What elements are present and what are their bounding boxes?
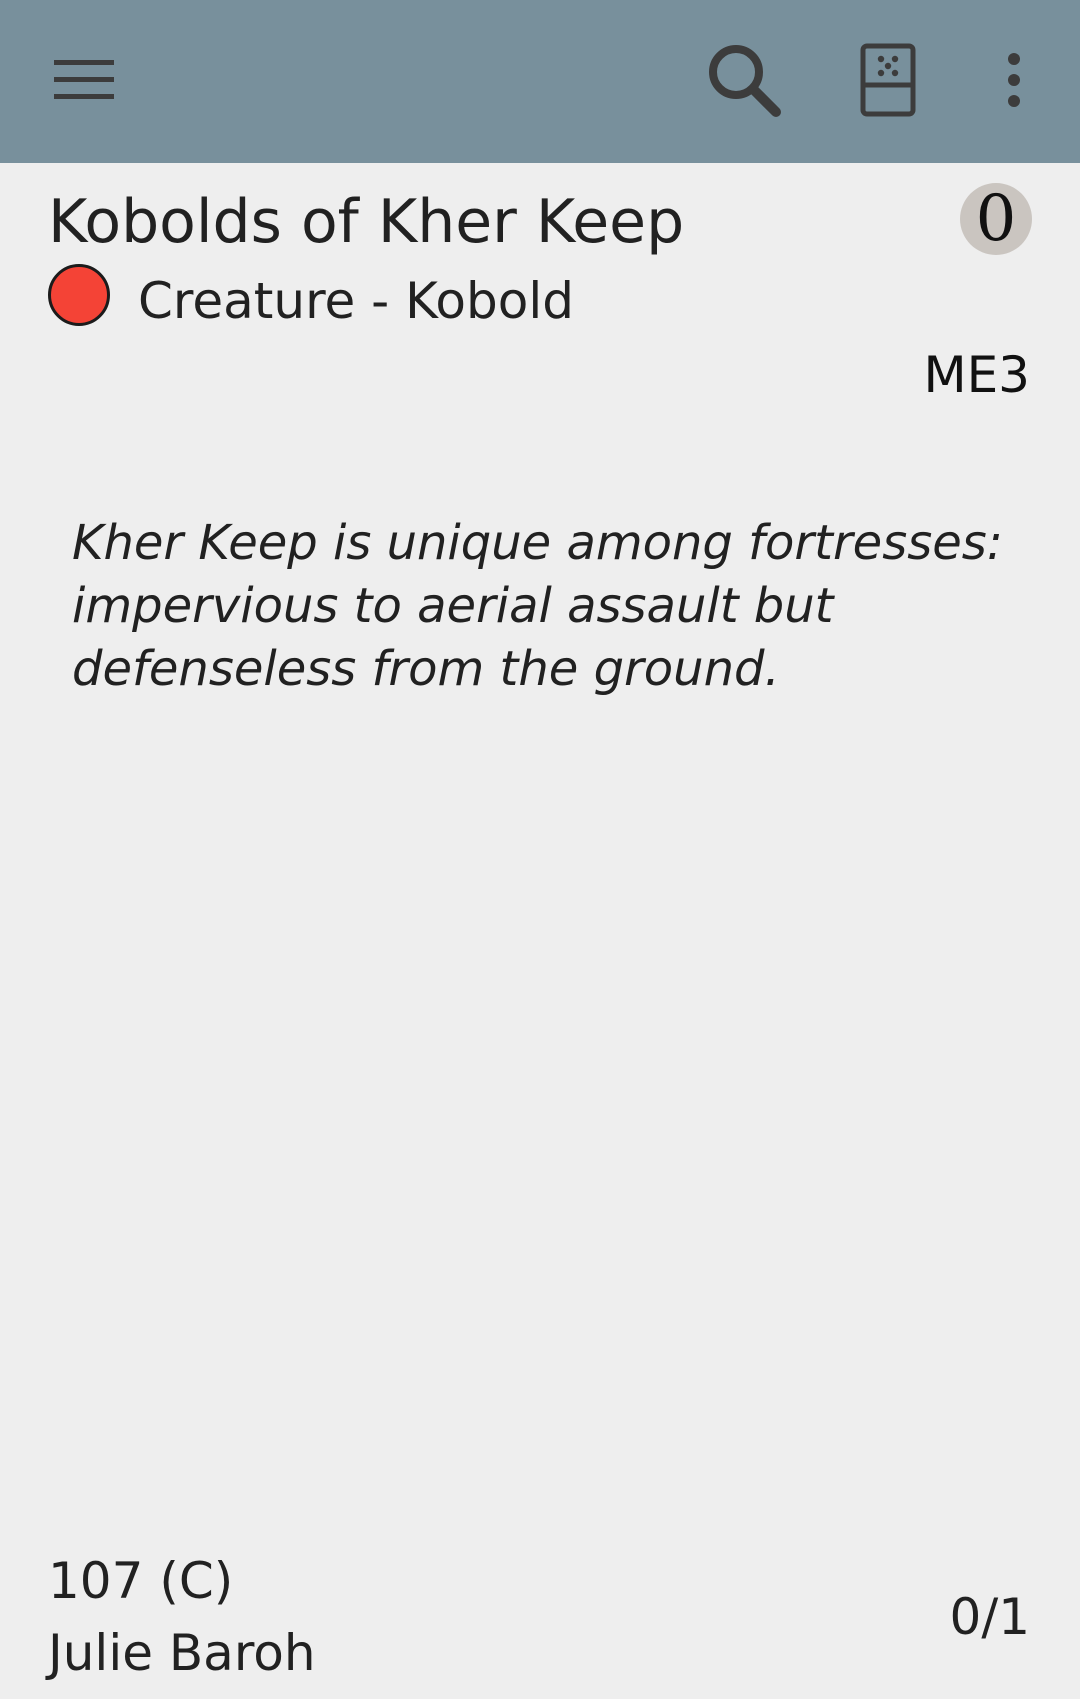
search-icon	[709, 45, 781, 117]
card-name: Kobolds of Kher Keep	[48, 187, 685, 257]
mana-cost-symbol: 0	[960, 183, 1032, 255]
set-code: ME3	[923, 346, 1030, 404]
hamburger-menu-icon	[54, 60, 114, 99]
color-indicator-icon	[48, 264, 110, 326]
random-card-button[interactable]	[828, 20, 948, 140]
overflow-menu-button[interactable]	[954, 20, 1074, 140]
more-vertical-icon	[1008, 53, 1020, 107]
card-view-screen: Kobolds of Kher Keep 0 Creature - Kobold…	[0, 0, 1080, 1699]
artist-name: Julie Baroh	[48, 1624, 316, 1682]
search-button[interactable]	[684, 20, 804, 140]
random-card-icon	[860, 43, 916, 117]
flavor-text: Kher Keep is unique among fortresses: im…	[72, 515, 1003, 697]
app-toolbar	[0, 0, 1080, 163]
power-toughness: 0/1	[949, 1588, 1030, 1646]
menu-button[interactable]	[24, 20, 144, 140]
type-line: Creature - Kobold	[138, 272, 574, 330]
collector-number: 107 (C)	[48, 1552, 234, 1610]
